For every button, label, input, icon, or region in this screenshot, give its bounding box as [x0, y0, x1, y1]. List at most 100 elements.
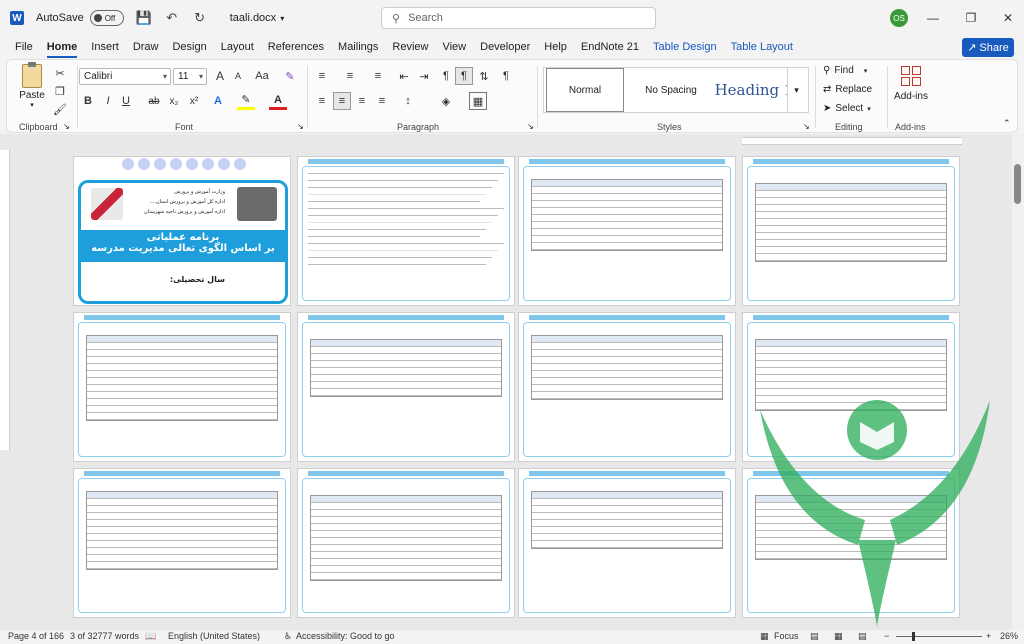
- page-thumbnail[interactable]: [297, 312, 515, 462]
- decrease-indent-icon[interactable]: ⇤: [395, 67, 413, 85]
- borders-icon[interactable]: ▦: [469, 92, 487, 110]
- page-thumbnail[interactable]: [73, 468, 291, 618]
- page-thumbnail[interactable]: [518, 312, 736, 462]
- shrink-font-button[interactable]: A: [229, 67, 247, 85]
- grow-font-button[interactable]: A: [211, 67, 229, 85]
- tab-insert[interactable]: Insert: [84, 36, 126, 58]
- find-button[interactable]: ⚲ Find ▾: [823, 65, 867, 76]
- user-avatar[interactable]: OS: [890, 9, 908, 27]
- language-status[interactable]: English (United States): [168, 631, 260, 641]
- paste-button[interactable]: Paste ▾: [15, 62, 49, 112]
- align-right-icon[interactable]: ≡: [353, 92, 371, 110]
- page-thumbnail[interactable]: [73, 312, 291, 462]
- numbering-icon[interactable]: ≡: [341, 67, 359, 85]
- vertical-scrollbar[interactable]: [1012, 134, 1024, 630]
- text-effects-icon[interactable]: A: [209, 92, 227, 110]
- zoom-in-icon[interactable]: +: [986, 631, 991, 641]
- clear-formatting-icon[interactable]: ✎: [281, 67, 299, 85]
- justify-icon[interactable]: ≡: [373, 92, 391, 110]
- close-icon[interactable]: ✕: [1000, 10, 1016, 26]
- focus-icon[interactable]: ▦: [760, 631, 769, 642]
- dialog-launcher-icon[interactable]: ↘: [297, 122, 304, 131]
- cut-icon[interactable]: ✂: [51, 64, 69, 82]
- tab-table-layout[interactable]: Table Layout: [724, 36, 800, 58]
- share-button[interactable]: ↗ Share: [962, 38, 1014, 57]
- tab-review[interactable]: Review: [385, 36, 435, 58]
- tab-design[interactable]: Design: [165, 36, 213, 58]
- tab-mailings[interactable]: Mailings: [331, 36, 385, 58]
- zoom-slider-thumb[interactable]: [912, 632, 915, 641]
- undo-icon[interactable]: ↶: [164, 10, 180, 26]
- font-size-select[interactable]: 11 ▾: [173, 68, 207, 85]
- zoom-slider[interactable]: [896, 636, 982, 637]
- dialog-launcher-icon[interactable]: ↘: [63, 122, 70, 131]
- font-name-select[interactable]: Calibri ▾: [79, 68, 171, 85]
- web-layout-icon[interactable]: ▤: [858, 631, 867, 642]
- page-thumbnail[interactable]: [518, 156, 736, 306]
- select-button[interactable]: ➤ Select ▾: [823, 103, 871, 114]
- align-left-icon[interactable]: ≡: [313, 92, 331, 110]
- tab-layout[interactable]: Layout: [214, 36, 261, 58]
- minimize-icon[interactable]: —: [925, 10, 941, 26]
- page-thumbnail[interactable]: [742, 156, 960, 306]
- scrollbar-thumb[interactable]: [1014, 164, 1021, 204]
- document-filename[interactable]: taali.docx ▾: [230, 12, 285, 24]
- replace-button[interactable]: ⇄ Replace: [823, 84, 872, 95]
- focus-button[interactable]: Focus: [774, 631, 799, 641]
- tab-help[interactable]: Help: [537, 36, 574, 58]
- italic-button[interactable]: I: [99, 92, 117, 110]
- read-mode-icon[interactable]: ▤: [810, 631, 819, 642]
- strikethrough-button[interactable]: ab: [145, 92, 163, 110]
- bullets-icon[interactable]: ≡: [313, 67, 331, 85]
- accessibility-status[interactable]: Accessibility: Good to go: [296, 631, 395, 641]
- vertical-ruler[interactable]: [0, 150, 10, 450]
- dialog-launcher-icon[interactable]: ↘: [803, 122, 810, 131]
- tab-file[interactable]: File: [8, 36, 40, 58]
- styles-more-button[interactable]: ▾: [787, 68, 805, 112]
- tab-table-design[interactable]: Table Design: [646, 36, 724, 58]
- redo-icon[interactable]: ↻: [192, 10, 208, 26]
- style-normal[interactable]: Normal: [546, 68, 624, 112]
- autosave-toggle[interactable]: Off: [89, 10, 124, 26]
- page-thumbnail[interactable]: [297, 156, 515, 306]
- zoom-level[interactable]: 26%: [1000, 631, 1018, 641]
- horizontal-ruler[interactable]: [742, 137, 962, 145]
- page-thumbnail[interactable]: [297, 468, 515, 618]
- style-heading-1[interactable]: Heading 1: [714, 68, 794, 112]
- page-thumbnail[interactable]: [518, 468, 736, 618]
- shading-icon[interactable]: ◈: [437, 92, 455, 110]
- show-marks-icon[interactable]: ¶: [497, 67, 515, 85]
- copy-icon[interactable]: ❐: [51, 82, 69, 100]
- tab-developer[interactable]: Developer: [473, 36, 537, 58]
- underline-button[interactable]: U: [117, 92, 135, 110]
- format-painter-icon[interactable]: 🖌: [51, 100, 69, 118]
- collapse-ribbon-icon[interactable]: ⌃: [1003, 118, 1011, 129]
- align-center-icon[interactable]: ≡: [333, 92, 351, 110]
- superscript-button[interactable]: x²: [185, 92, 203, 110]
- word-count[interactable]: 3 of 32777 words: [70, 631, 139, 641]
- proofing-icon[interactable]: 📖: [145, 631, 156, 642]
- page-count[interactable]: Page 4 of 166: [8, 631, 64, 641]
- tab-draw[interactable]: Draw: [126, 36, 166, 58]
- ltr-direction-icon[interactable]: ¶: [437, 67, 455, 85]
- print-layout-icon[interactable]: ▦: [834, 631, 843, 642]
- tab-home[interactable]: Home: [40, 36, 85, 58]
- accessibility-icon[interactable]: ♿: [284, 631, 292, 642]
- tab-references[interactable]: References: [261, 36, 331, 58]
- sort-icon[interactable]: ⇅: [475, 67, 493, 85]
- multilevel-list-icon[interactable]: ≡: [369, 67, 387, 85]
- tab-view[interactable]: View: [435, 36, 473, 58]
- save-icon[interactable]: 💾: [136, 10, 152, 26]
- font-color-icon[interactable]: A: [269, 92, 287, 110]
- increase-indent-icon[interactable]: ⇥: [415, 67, 433, 85]
- dialog-launcher-icon[interactable]: ↘: [527, 122, 534, 131]
- line-spacing-icon[interactable]: ↕: [399, 92, 417, 110]
- add-ins-button[interactable]: Add-ins: [891, 64, 931, 114]
- style-no-spacing[interactable]: No Spacing: [630, 68, 712, 112]
- tab-endnote-21[interactable]: EndNote 21: [574, 36, 646, 58]
- subscript-button[interactable]: x₂: [165, 92, 183, 110]
- cover-page[interactable]: وزارت آموزش و پرورش اداره کل آموزش و پرو…: [73, 156, 291, 306]
- search-input[interactable]: ⚲ Search: [381, 7, 656, 29]
- change-case-button[interactable]: Aa: [251, 67, 273, 85]
- zoom-out-icon[interactable]: −: [884, 631, 889, 641]
